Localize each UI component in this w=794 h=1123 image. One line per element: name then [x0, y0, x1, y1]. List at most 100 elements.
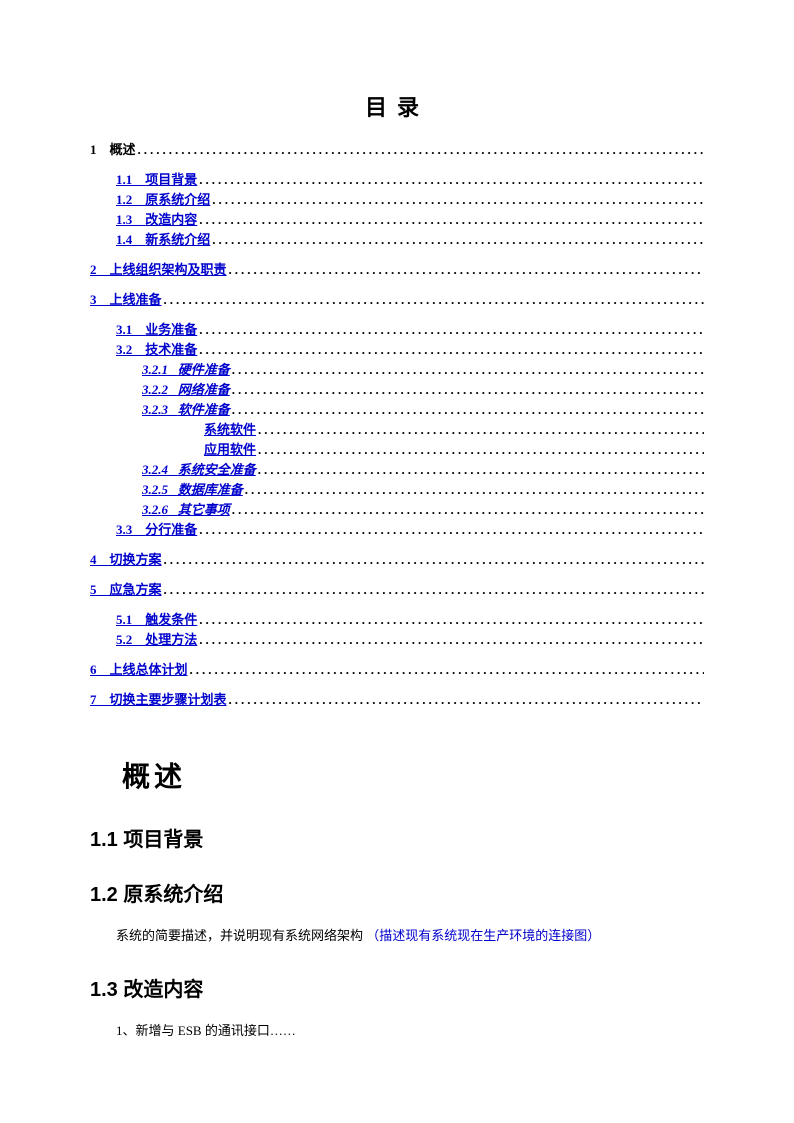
- toc-entry-label: 软件准备: [178, 400, 230, 420]
- toc-dot-leader: [164, 580, 704, 600]
- toc-entry[interactable]: 3.2.2 网络准备: [90, 380, 704, 400]
- toc-entry[interactable]: 3.2.6 其它事项: [90, 500, 704, 520]
- toc-dot-leader: [212, 190, 704, 210]
- toc-entry-number: 3.1: [116, 320, 145, 340]
- toc-dot-leader: [199, 630, 704, 650]
- toc-entry[interactable]: 3.1 业务准备: [90, 320, 704, 340]
- toc-entry-number: 1.2: [116, 190, 145, 210]
- toc-entry-label: 概述: [110, 140, 136, 160]
- toc-entry-number: 2: [90, 260, 110, 280]
- heading-1-1: 1.1 项目背景: [90, 823, 704, 852]
- toc-entry[interactable]: 2 上线组织架构及职责: [90, 260, 704, 280]
- toc-dot-leader: [229, 690, 704, 710]
- toc-title: 目录: [90, 90, 704, 122]
- toc-entry-number: 4: [90, 550, 110, 570]
- toc-entry-number: 3.2.1: [142, 360, 178, 380]
- toc-entry-number: 1.4: [116, 230, 145, 250]
- toc-entry[interactable]: 应用软件: [90, 440, 704, 460]
- toc-entry[interactable]: 3.2 技术准备: [90, 340, 704, 360]
- toc-entry-number: 3: [90, 290, 110, 310]
- toc-entry-number: 3.2.6: [142, 500, 178, 520]
- toc-dot-leader: [232, 500, 704, 520]
- toc-dot-leader: [232, 400, 704, 420]
- paragraph-1-2: 系统的简要描述，并说明现有系统网络架构 （描述现有系统现在生产环境的连接图）: [90, 925, 704, 947]
- toc-dot-leader: [232, 380, 704, 400]
- toc-entry-label: 上线准备: [110, 290, 162, 310]
- toc-entry-label: 上线总体计划: [110, 660, 188, 680]
- toc-dot-leader: [199, 610, 704, 630]
- toc-entry-label: 网络准备: [178, 380, 230, 400]
- toc-entry-label: 系统软件: [204, 420, 256, 440]
- heading-overview: 概述: [90, 755, 704, 795]
- toc-entry[interactable]: 7 切换主要步骤计划表: [90, 690, 704, 710]
- toc-entry[interactable]: 4 切换方案: [90, 550, 704, 570]
- toc-entry[interactable]: 1.3 改造内容: [90, 210, 704, 230]
- toc-entry-label: 应用软件: [204, 440, 256, 460]
- toc-entry-label: 业务准备: [145, 320, 197, 340]
- toc-dot-leader: [258, 420, 704, 440]
- toc-entry-label: 技术准备: [145, 340, 197, 360]
- toc-entry[interactable]: 3 上线准备: [90, 290, 704, 310]
- toc-entry-label: 应急方案: [110, 580, 162, 600]
- toc-entry-number: 7: [90, 690, 110, 710]
- toc-entry-number: 3.2.5: [142, 480, 178, 500]
- toc-entry: 1 概述: [90, 140, 704, 160]
- heading-1-3: 1.3 改造内容: [90, 973, 704, 1002]
- toc-entry-label: 原系统介绍: [145, 190, 210, 210]
- toc-dot-leader: [199, 520, 704, 540]
- toc-entry-number: 3.2.4: [142, 460, 178, 480]
- toc-entry[interactable]: 3.2.3 软件准备: [90, 400, 704, 420]
- toc-entry-number: 5: [90, 580, 110, 600]
- toc-dot-leader: [138, 140, 704, 160]
- toc-entry-number: 1: [90, 140, 110, 160]
- toc-container: 1 概述 1.1 项目背景1.2 原系统介绍1.3 改造内容1.4 新系统介绍 2 …: [90, 140, 704, 710]
- toc-entry[interactable]: 5.2 处理方法: [90, 630, 704, 650]
- toc-entry-number: 6: [90, 660, 110, 680]
- toc-entry-number: 3.3: [116, 520, 145, 540]
- toc-entry-label: 分行准备: [145, 520, 197, 540]
- toc-entry-label: 切换方案: [110, 550, 162, 570]
- toc-entry-number: 1.3: [116, 210, 145, 230]
- paragraph-1-2-plain: 系统的简要描述，并说明现有系统网络架构: [116, 928, 363, 943]
- toc-entry-number: 5.2: [116, 630, 145, 650]
- toc-entry-label: 触发条件: [145, 610, 197, 630]
- toc-entry-number: 3.2: [116, 340, 145, 360]
- toc-entry-label: 硬件准备: [178, 360, 230, 380]
- toc-dot-leader: [199, 170, 704, 190]
- toc-entry[interactable]: 系统软件: [90, 420, 704, 440]
- toc-dot-leader: [212, 230, 704, 250]
- toc-entry[interactable]: 3.3 分行准备: [90, 520, 704, 540]
- toc-entry-number: 5.1: [116, 610, 145, 630]
- toc-dot-leader: [164, 550, 704, 570]
- toc-dot-leader: [245, 480, 704, 500]
- toc-dot-leader: [199, 320, 704, 340]
- toc-entry[interactable]: 5 应急方案: [90, 580, 704, 600]
- toc-entry[interactable]: 5.1 触发条件: [90, 610, 704, 630]
- heading-1-2: 1.2 原系统介绍: [90, 878, 704, 907]
- toc-entry-number: 3.2.2: [142, 380, 178, 400]
- toc-entry-label: 切换主要步骤计划表: [110, 690, 227, 710]
- toc-entry[interactable]: 6 上线总体计划: [90, 660, 704, 680]
- toc-entry[interactable]: 1.2 原系统介绍: [90, 190, 704, 210]
- toc-entry[interactable]: 3.2.1 硬件准备: [90, 360, 704, 380]
- toc-dot-leader: [199, 340, 704, 360]
- toc-dot-leader: [199, 210, 704, 230]
- toc-dot-leader: [229, 260, 704, 280]
- toc-dot-leader: [232, 360, 704, 380]
- toc-entry-number: 3.2.3: [142, 400, 178, 420]
- toc-dot-leader: [164, 290, 704, 310]
- toc-entry-label: 其它事项: [178, 500, 230, 520]
- toc-entry-label: 新系统介绍: [145, 230, 210, 250]
- paragraph-1-2-note: （描述现有系统现在生产环境的连接图）: [366, 928, 600, 943]
- toc-entry-label: 数据库准备: [178, 480, 243, 500]
- toc-entry-number: 1.1: [116, 170, 145, 190]
- paragraph-1-3: 1、新增与 ESB 的通讯接口……: [90, 1020, 704, 1042]
- toc-entry-label: 系统安全准备: [178, 460, 256, 480]
- toc-entry-label: 上线组织架构及职责: [110, 260, 227, 280]
- toc-entry[interactable]: 1.4 新系统介绍: [90, 230, 704, 250]
- toc-entry[interactable]: 3.2.5 数据库准备: [90, 480, 704, 500]
- toc-entry[interactable]: 3.2.4 系统安全准备: [90, 460, 704, 480]
- toc-dot-leader: [258, 460, 704, 480]
- toc-entry-label: 改造内容: [145, 210, 197, 230]
- toc-entry[interactable]: 1.1 项目背景: [90, 170, 704, 190]
